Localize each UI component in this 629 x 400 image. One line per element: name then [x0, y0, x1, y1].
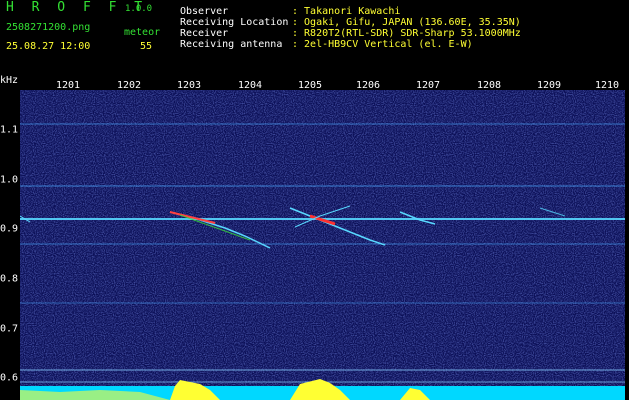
y-tick-label: 0.8	[0, 273, 19, 285]
spectrogram-graphic	[20, 90, 625, 400]
y-tick-label: 0.7	[0, 323, 19, 335]
y-tick-label: 0.9	[0, 223, 19, 235]
info-label: Observer	[180, 6, 229, 17]
info-label: Receiving Location	[180, 17, 289, 28]
info-row-location: Receiving Location : Ogaki, Gifu, JAPAN …	[180, 17, 521, 28]
meteor-counter-label: meteor	[124, 27, 161, 38]
info-row-receiver: Receiver : R820T2(RTL-SDR) SDR-Sharp 53.…	[180, 28, 521, 39]
info-value: : Ogaki, Gifu, JAPAN (136.60E, 35.35N)	[292, 17, 521, 28]
info-row-antenna: Receiving antenna : 2el-HB9CV Vertical (…	[180, 39, 521, 50]
info-label: Receiving antenna	[180, 39, 283, 50]
app-version: 1.0.0	[125, 4, 153, 14]
info-value: : R820T2(RTL-SDR) SDR-Sharp 53.1000MHz	[292, 28, 521, 39]
info-value: : 2el-HB9CV Vertical (el. E-W)	[292, 39, 473, 50]
info-value: : Takanori Kawachi	[292, 6, 401, 17]
hroff-screen: H R O F F T 1.0.0 2508271200.png 25.08.2…	[0, 0, 629, 400]
station-info: Observer : Takanori Kawachi Receiving Lo…	[180, 6, 521, 50]
y-tick-label: 1.0	[0, 174, 19, 186]
meteor-counter-value: 55	[140, 41, 153, 52]
info-label: Receiver	[180, 28, 229, 39]
spectrogram-plot	[20, 90, 625, 400]
info-row-observer: Observer : Takanori Kawachi	[180, 6, 521, 17]
file-datetime: 25.08.27 12:00	[6, 41, 91, 52]
y-tick-label: 0.6	[0, 372, 19, 384]
y-tick-label: 1.1	[0, 124, 19, 136]
file-name: 2508271200.png	[6, 22, 91, 33]
